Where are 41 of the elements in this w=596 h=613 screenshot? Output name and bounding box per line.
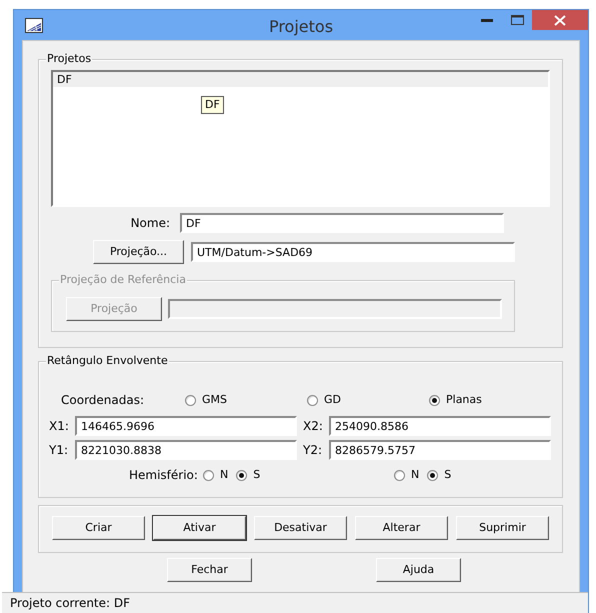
dialog-button[interactable]: Fechar xyxy=(167,558,252,582)
name-label: Nome: xyxy=(130,215,171,232)
name-field[interactable]: DF xyxy=(180,213,504,233)
status-bar: Projeto corrente: DF xyxy=(2,592,588,613)
action-button[interactable]: Suprimir xyxy=(456,516,549,540)
radio-button[interactable]: S xyxy=(427,466,452,484)
project-list[interactable]: DF DF xyxy=(51,70,550,207)
action-button[interactable]: Ativar xyxy=(153,516,246,540)
group-label: Projetos xyxy=(46,52,92,66)
tooltip: DF xyxy=(201,96,224,114)
action-button[interactable]: Criar xyxy=(52,516,145,540)
field-label: Y2: xyxy=(303,442,324,459)
app-icon xyxy=(25,18,43,32)
coordinate-field[interactable]: 8221030.8838 xyxy=(75,440,297,460)
radio-button[interactable]: N xyxy=(203,466,228,484)
list-item[interactable]: DF xyxy=(53,72,548,87)
projection-field[interactable]: UTM/Datum->SAD69 xyxy=(191,242,515,262)
coordinate-field[interactable]: 146465.9696 xyxy=(75,416,297,436)
close-icon xyxy=(554,14,566,26)
hemisphere-label: Hemisfério: xyxy=(129,467,199,484)
radio-button[interactable]: GMS xyxy=(185,392,307,408)
minimize-icon xyxy=(481,18,493,22)
radio-button[interactable]: N xyxy=(394,466,420,484)
field-label: X2: xyxy=(303,418,324,435)
field-label: Y1: xyxy=(49,442,70,459)
radio-button[interactable]: S xyxy=(236,466,260,484)
action-button[interactable]: Alterar xyxy=(355,516,448,540)
action-button[interactable]: Desativar xyxy=(254,516,347,540)
close-button[interactable] xyxy=(532,10,588,30)
maximize-icon xyxy=(510,15,524,25)
window-title: Projetos xyxy=(268,16,334,38)
field-label: X1: xyxy=(49,418,70,435)
radio-button[interactable]: Planas xyxy=(429,392,482,408)
group-label: Projeção de Referência xyxy=(59,273,187,287)
group-label: Retângulo Envolvente xyxy=(46,354,169,368)
coordinate-field[interactable]: 8286579.5757 xyxy=(329,440,551,460)
radio-button[interactable]: GD xyxy=(307,392,429,408)
dialog-button[interactable]: Ajuda xyxy=(376,558,461,582)
projection-button[interactable]: Projeção... xyxy=(93,240,184,264)
coordinates-label: Coordenadas: xyxy=(61,392,146,409)
coordinate-field[interactable]: 254090.8586 xyxy=(329,416,551,436)
